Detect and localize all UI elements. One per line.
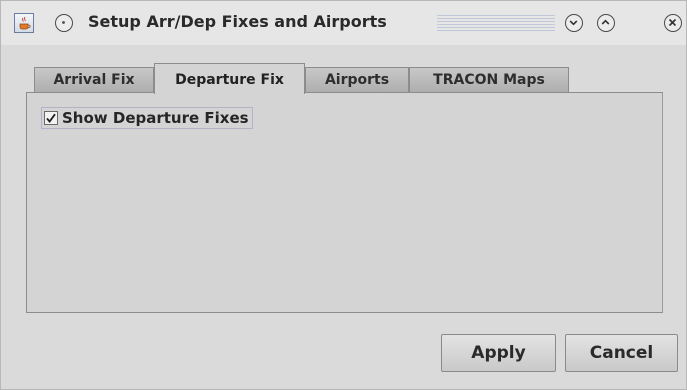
tab-tracon-maps[interactable]: TRACON Maps — [409, 67, 569, 93]
tab-airports[interactable]: Airports — [305, 67, 409, 93]
apply-button[interactable]: Apply — [441, 334, 556, 372]
cancel-button[interactable]: Cancel — [565, 334, 678, 372]
tab-departure-fix[interactable]: Departure Fix — [154, 63, 305, 94]
show-departure-fixes-checkbox[interactable] — [44, 111, 58, 125]
show-departure-fixes-label: Show Departure Fixes — [62, 109, 249, 127]
window-title: Setup Arr/Dep Fixes and Airports — [88, 12, 387, 31]
window-menu-icon[interactable] — [55, 14, 73, 32]
minimize-chevron-down-icon[interactable] — [565, 14, 583, 32]
setup-dialog-window: Setup Arr/Dep Fixes and Airports Arrival… — [0, 0, 687, 390]
maximize-chevron-up-icon[interactable] — [597, 14, 615, 32]
title-bar[interactable]: Setup Arr/Dep Fixes and Airports — [1, 1, 686, 45]
tab-arrival-fix[interactable]: Arrival Fix — [34, 67, 154, 93]
checkmark-icon — [46, 113, 56, 123]
show-departure-fixes-option[interactable]: Show Departure Fixes — [41, 107, 253, 129]
close-x-icon[interactable] — [664, 14, 682, 32]
java-cup-icon — [14, 13, 34, 33]
title-bar-grip — [437, 15, 555, 31]
